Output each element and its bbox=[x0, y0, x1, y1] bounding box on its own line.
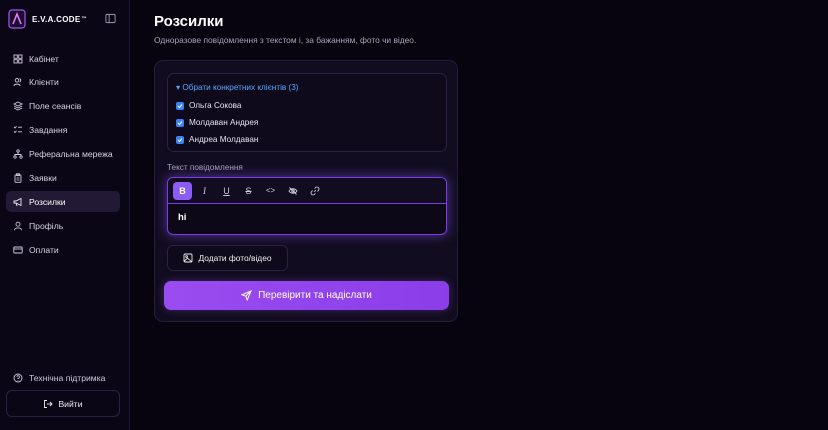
sidebar-collapse-icon[interactable] bbox=[105, 13, 116, 24]
strikethrough-icon: S bbox=[245, 185, 252, 196]
client-option[interactable]: Андреа Молдаван bbox=[176, 135, 258, 144]
message-label: Текст повідомлення bbox=[167, 163, 243, 172]
user-icon bbox=[14, 221, 22, 231]
brand-name: E.V.A.CODE bbox=[32, 14, 81, 24]
checkbox-checked-icon[interactable] bbox=[176, 135, 184, 144]
sidebar-item-tasks[interactable]: Завдання bbox=[6, 120, 120, 141]
message-editor: B I U S <> hi bbox=[167, 177, 447, 235]
spoiler-button[interactable] bbox=[283, 182, 302, 200]
users-icon bbox=[13, 78, 22, 87]
brand-logo-icon bbox=[8, 9, 26, 29]
sidebar-item-cabinet[interactable]: Кабінет bbox=[6, 48, 120, 69]
sidebar-item-label: Кабінет bbox=[29, 53, 59, 64]
main-content: Розсилки Одноразове повідомлення з текст… bbox=[131, 0, 828, 430]
sidebar-item-profile[interactable]: Профіль bbox=[6, 215, 120, 236]
sidebar-item-label: Клієнти bbox=[29, 77, 59, 88]
page-title: Розсилки bbox=[154, 13, 224, 30]
network-icon bbox=[13, 149, 23, 159]
add-media-label: Додати фото/відео bbox=[198, 253, 272, 263]
checkbox-checked-icon[interactable] bbox=[176, 118, 184, 127]
send-label: Перевірити та надіслати bbox=[258, 290, 372, 301]
support-label: Технічна підтримка bbox=[29, 373, 106, 383]
sidebar-item-label: Заявки bbox=[29, 172, 57, 183]
tasks-icon bbox=[13, 126, 22, 134]
sidebar-item-label: Розсилки bbox=[29, 196, 66, 207]
sidebar-item-payments[interactable]: Оплати bbox=[6, 239, 120, 260]
card-icon bbox=[13, 246, 23, 254]
strikethrough-button[interactable]: S bbox=[239, 182, 258, 200]
sidebar-nav: Кабінет Клієнти Поле сеансів Завдання Ре… bbox=[6, 48, 120, 263]
sidebar-item-mailings[interactable]: Розсилки bbox=[6, 191, 120, 213]
page-subtitle: Одноразове повідомлення з текстом і, за … bbox=[154, 35, 417, 45]
layers-icon bbox=[13, 101, 23, 111]
sidebar-item-label: Поле сеансів bbox=[29, 101, 82, 112]
support-link[interactable]: Технічна підтримка bbox=[13, 373, 105, 383]
code-icon: <> bbox=[265, 186, 276, 195]
clients-selector: ▾ Обрати конкретних клієнтів (3) Ольга С… bbox=[167, 73, 447, 152]
client-name: Ольга Сокова bbox=[189, 101, 242, 110]
send-icon bbox=[241, 290, 253, 301]
sidebar-item-clients[interactable]: Клієнти bbox=[6, 72, 120, 93]
sidebar-item-label: Профіль bbox=[29, 220, 64, 231]
logout-icon bbox=[44, 399, 54, 408]
send-button[interactable]: Перевірити та надіслати bbox=[164, 281, 449, 310]
sidebar-item-label: Завдання bbox=[29, 125, 68, 136]
bold-button[interactable]: B bbox=[173, 181, 192, 200]
brand[interactable]: E.V.A.CODE ™ bbox=[8, 9, 87, 29]
sidebar-item-label: Реферальна мережа bbox=[29, 149, 113, 160]
sidebar-item-label: Оплати bbox=[29, 244, 59, 255]
app-window: E.V.A.CODE ™ Кабінет Клієнти Поле сеансі… bbox=[0, 0, 828, 430]
clipboard-icon bbox=[14, 173, 22, 183]
underline-button[interactable]: U bbox=[217, 182, 236, 200]
brand-trademark: ™ bbox=[81, 16, 87, 22]
logout-label: Вийти bbox=[58, 398, 83, 409]
message-input[interactable]: hi bbox=[168, 204, 446, 231]
help-icon bbox=[13, 373, 23, 383]
sidebar-item-referral[interactable]: Реферальна мережа bbox=[6, 144, 120, 165]
megaphone-icon bbox=[13, 197, 22, 207]
clients-toggle[interactable]: ▾ Обрати конкретних клієнтів (3) bbox=[176, 82, 299, 92]
code-button[interactable]: <> bbox=[261, 182, 280, 200]
image-icon bbox=[184, 253, 193, 263]
checkbox-checked-icon[interactable] bbox=[176, 101, 184, 110]
editor-toolbar: B I U S <> bbox=[168, 178, 446, 204]
link-button[interactable] bbox=[305, 182, 324, 200]
client-option[interactable]: Молдаван Андрея bbox=[176, 118, 258, 127]
client-name: Андреа Молдаван bbox=[189, 135, 259, 144]
underline-icon: U bbox=[223, 185, 230, 196]
client-option[interactable]: Ольга Сокова bbox=[176, 101, 241, 110]
italic-icon: I bbox=[203, 185, 206, 196]
sidebar: E.V.A.CODE ™ Кабінет Клієнти Поле сеансі… bbox=[0, 0, 130, 430]
add-media-button[interactable]: Додати фото/відео bbox=[167, 245, 288, 271]
sidebar-item-sessions[interactable]: Поле сеансів bbox=[6, 96, 120, 117]
link-icon bbox=[310, 186, 319, 195]
logout-button[interactable]: Вийти bbox=[6, 390, 120, 417]
mailing-card: ▾ Обрати конкретних клієнтів (3) Ольга С… bbox=[154, 60, 458, 322]
sidebar-item-requests[interactable]: Заявки bbox=[6, 167, 120, 188]
bold-icon: B bbox=[179, 185, 186, 196]
client-name: Молдаван Андрея bbox=[189, 118, 259, 127]
italic-button[interactable]: I bbox=[195, 182, 214, 200]
dashboard-icon bbox=[13, 54, 23, 63]
eye-off-icon bbox=[287, 186, 298, 195]
